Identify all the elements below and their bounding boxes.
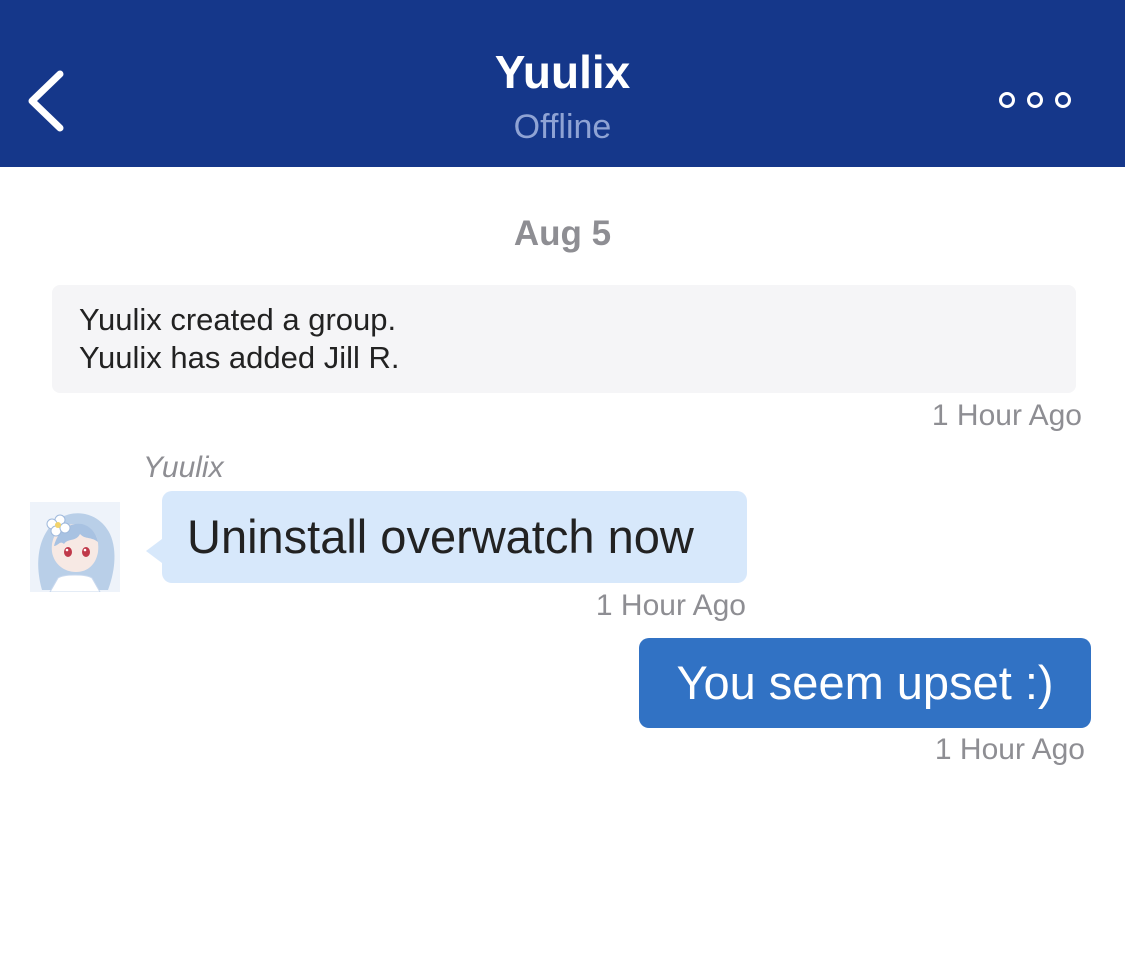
message-timestamp: 1 Hour Ago [595,589,746,622]
chat-title: Yuulix [494,46,631,98]
more-options-icon [999,92,1071,108]
outgoing-message-bubble[interactable]: You seem upset :) [639,638,1091,728]
presence-status: Offline [513,108,612,146]
system-notice-timestamp: 1 Hour Ago [931,399,1082,432]
incoming-message-bubble[interactable]: Uninstall overwatch now [146,491,747,583]
chat-screen: Yuulix Offline Aug 5 Yuulix created a gr… [0,0,1125,980]
message-text: Uninstall overwatch now [187,510,694,563]
system-notice: Yuulix created a group. Yuulix has added… [52,285,1076,393]
sender-name: Yuulix [143,451,224,484]
chat-header: Yuulix Offline [0,0,1125,167]
avatar-image [30,502,120,592]
system-notice-line: Yuulix created a group. [79,302,397,337]
avatar[interactable] [30,502,120,592]
system-notice-line: Yuulix has added Jill R. [79,340,400,375]
more-options-button[interactable] [990,82,1082,118]
date-divider: Aug 5 [513,214,612,253]
message-timestamp: 1 Hour Ago [934,733,1085,766]
message-text: You seem upset :) [676,656,1054,709]
